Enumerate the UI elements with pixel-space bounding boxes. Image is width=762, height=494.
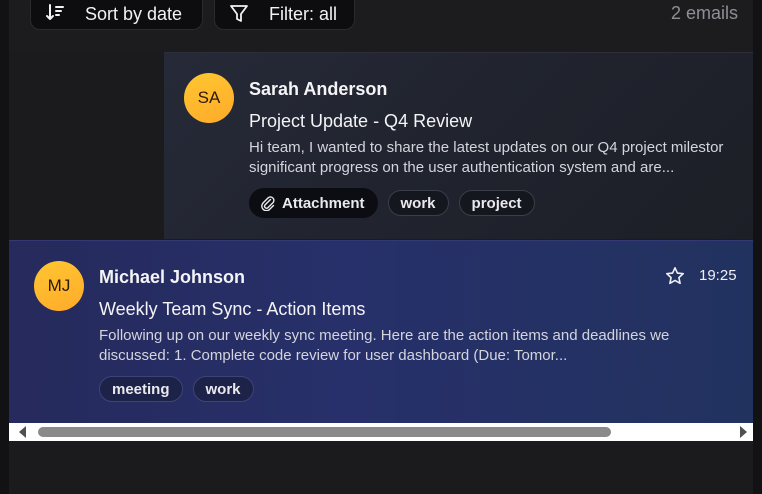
sort-button-label: Sort by date — [85, 4, 183, 24]
scroll-left-arrow-icon[interactable] — [19, 426, 26, 438]
email-time: 19:25 — [699, 267, 737, 284]
email-preview-line: Following up on our weekly sync meeting.… — [99, 327, 670, 344]
filter-funnel-icon — [230, 5, 248, 22]
filter-button[interactable]: Filter: all — [214, 0, 355, 30]
tag-work[interactable]: work — [192, 376, 254, 402]
paperclip-icon — [261, 196, 275, 211]
star-outline-icon[interactable] — [665, 266, 685, 286]
email-preview-line: discussed: 1. Complete code review for u… — [99, 347, 568, 364]
sender-name: Michael Johnson — [99, 267, 246, 287]
list-toolbar: Sort by date Filter: all 2 emails — [9, 0, 753, 52]
tag-list: Attachment work project — [249, 188, 535, 218]
sort-descending-icon — [46, 4, 64, 20]
sender-name: Sarah Anderson — [249, 79, 388, 99]
sort-button[interactable]: Sort by date — [30, 0, 203, 30]
email-item-selected[interactable]: MJ Michael Johnson 19:25 Weekly Team Syn… — [9, 240, 753, 423]
attachment-label: Attachment — [282, 194, 365, 212]
email-subject: Weekly Team Sync - Action Items — [99, 299, 366, 319]
email-subject: Project Update - Q4 Review — [249, 111, 473, 131]
filter-button-label: Filter: all — [269, 4, 338, 24]
tag-list: meeting work — [99, 376, 254, 402]
email-item[interactable]: SA Sarah Anderson Project Update - Q4 Re… — [164, 52, 753, 239]
horizontal-scrollbar[interactable] — [9, 423, 753, 441]
tag-project[interactable]: project — [458, 190, 535, 216]
scrollbar-thumb[interactable] — [38, 427, 611, 437]
email-count: 2 emails — [670, 3, 738, 23]
avatar: SA — [184, 73, 234, 123]
scroll-right-arrow-icon[interactable] — [740, 426, 747, 438]
email-list-page: Sort by date Filter: all 2 emails SA Sar… — [0, 0, 762, 494]
email-preview-line: significant progress on the user authent… — [249, 159, 675, 176]
tag-meeting[interactable]: meeting — [99, 376, 183, 402]
attachment-tag[interactable]: Attachment — [249, 188, 378, 218]
left-pane-edge — [0, 0, 9, 494]
email-preview-line: Hi team, I wanted to share the latest up… — [249, 139, 724, 156]
avatar: MJ — [34, 261, 84, 311]
right-pane-edge — [753, 0, 762, 494]
tag-work[interactable]: work — [387, 190, 449, 216]
